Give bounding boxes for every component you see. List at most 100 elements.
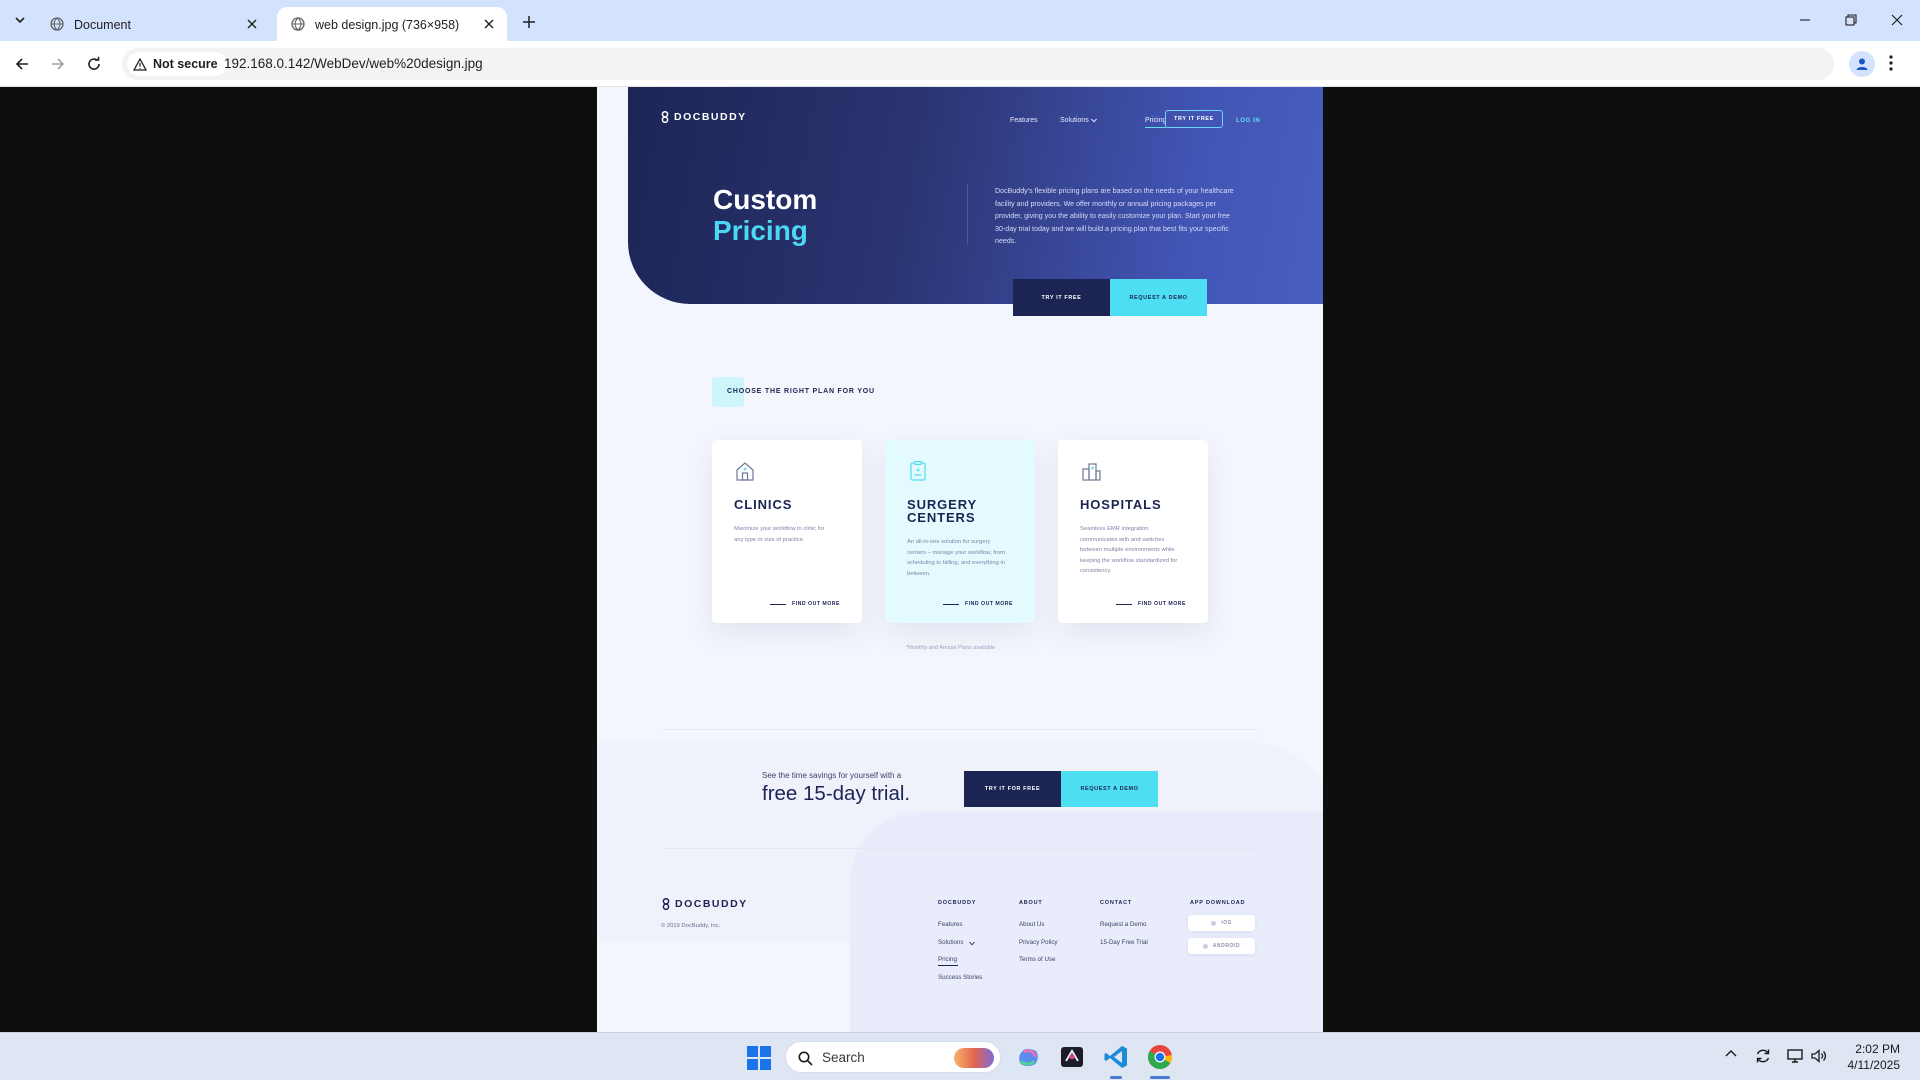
footer-link-about-us[interactable]: About Us — [1019, 921, 1044, 928]
chevron-down-icon — [15, 17, 25, 24]
chrome-icon[interactable] — [1146, 1043, 1174, 1071]
screen: Document web design.jpg (736×958) Not se… — [0, 0, 1920, 1080]
docbuddy-logo-icon — [662, 898, 670, 910]
footer-link-features[interactable]: Features — [938, 921, 962, 928]
card-description: Maximize your workflow in clinic for any… — [734, 526, 825, 543]
volume-icon[interactable] — [1810, 1047, 1828, 1065]
chevron-down-icon — [969, 941, 975, 946]
restore-button[interactable] — [1837, 8, 1865, 32]
copilot-icon[interactable] — [1014, 1043, 1042, 1071]
vscode-active-indicator — [1110, 1076, 1122, 1079]
nav-pricing[interactable]: Pricing — [1145, 117, 1166, 124]
windows-start-icon[interactable] — [746, 1045, 772, 1071]
plus-icon — [523, 16, 535, 28]
footer-link-pricing[interactable]: Pricing — [938, 956, 957, 963]
trial-intro-text: See the time savings for yourself with a — [762, 771, 902, 780]
taskbar-clock[interactable]: 2:02 PM 4/11/2025 — [1840, 1041, 1901, 1073]
trial-try-free-button[interactable]: TRY IT FOR FREE — [964, 771, 1061, 807]
footer-link-terms-of-use[interactable]: Terms of Use — [1019, 956, 1055, 963]
tab-title: Document — [74, 18, 131, 32]
android-icon — [1202, 943, 1208, 949]
git-kraken-icon[interactable] — [1058, 1043, 1086, 1071]
close-tab-icon[interactable] — [244, 16, 260, 32]
nav-try-free-button[interactable]: TRY IT FREE — [1165, 110, 1223, 128]
footer-link-request-demo[interactable]: Request a Demo — [1100, 921, 1146, 928]
profile-avatar[interactable] — [1849, 51, 1875, 77]
nav-solutions[interactable]: Solutions — [1060, 117, 1089, 124]
warning-icon — [133, 57, 147, 71]
search-label: Search — [822, 1050, 865, 1065]
nav-login-link[interactable]: LOG IN — [1236, 118, 1260, 124]
hero-request-demo-button[interactable]: REQUEST A DEMO — [1110, 279, 1207, 316]
plan-card-clinics[interactable]: CLINICS Maximize your workflow in clinic… — [712, 440, 862, 623]
footer-link-free-trial[interactable]: 15-Day Free Trial — [1100, 939, 1148, 946]
apple-icon — [1211, 920, 1217, 926]
close-tab-icon[interactable] — [481, 16, 497, 32]
footer-heading-about: ABOUT — [1019, 900, 1043, 906]
footer-logo: DOCBUDDY — [661, 898, 748, 910]
clock-date: 4/11/2025 — [1847, 1058, 1901, 1072]
url-text[interactable]: 192.168.0.142/WebDev/web%20design.jpg — [224, 56, 483, 71]
clock-time: 2:02 PM — [1855, 1042, 1900, 1056]
address-bar[interactable]: Not secure 192.168.0.142/WebDev/web%20de… — [122, 48, 1834, 80]
vscode-icon[interactable] — [1102, 1043, 1130, 1071]
logo-text: DOCBUDDY — [674, 111, 747, 123]
tab-search-button[interactable] — [9, 9, 31, 31]
hero-divider — [967, 184, 968, 244]
taskbar-search[interactable]: Search — [785, 1041, 1001, 1073]
browser-toolbar: Not secure 192.168.0.142/WebDev/web%20de… — [0, 41, 1920, 87]
android-download-button[interactable]: ANDROID — [1188, 938, 1255, 954]
new-tab-button[interactable] — [518, 11, 540, 33]
divider — [663, 729, 1257, 730]
docbuddy-logo: DOCBUDDY — [660, 111, 747, 123]
copyright-text: © 2019 DocBuddy, Inc. — [661, 923, 721, 929]
find-out-more-link[interactable]: FIND OUT MORE — [965, 601, 1013, 607]
forward-button[interactable] — [46, 52, 70, 76]
hero-try-free-button[interactable]: TRY IT FREE — [1013, 279, 1110, 316]
house-icon — [736, 462, 754, 481]
link-line — [770, 604, 786, 605]
close-window-button[interactable] — [1883, 8, 1911, 32]
arrow-left-icon — [15, 58, 28, 70]
minimize-icon — [1800, 19, 1810, 21]
tab-strip: Document web design.jpg (736×958) — [0, 0, 1920, 41]
plan-card-hospitals[interactable]: HOSPITALS Seamless EMR integration commu… — [1058, 440, 1208, 623]
footer-link-success-stories[interactable]: Success Stories — [938, 974, 982, 981]
taskbar: Search 2:02 PM 4/11/2025 — [0, 1032, 1920, 1080]
footer-link-solutions[interactable]: Solutions — [938, 939, 963, 946]
ios-download-button[interactable]: iOS — [1188, 915, 1255, 931]
sync-icon[interactable] — [1754, 1047, 1772, 1065]
footer-heading-contact: CONTACT — [1100, 900, 1133, 906]
clipboard-icon — [910, 460, 926, 481]
nav-active-underline — [1145, 127, 1166, 128]
footer-link-privacy-policy[interactable]: Privacy Policy — [1019, 939, 1058, 946]
back-button[interactable] — [10, 52, 34, 76]
find-out-more-link[interactable]: FIND OUT MORE — [1138, 601, 1186, 607]
plan-card-surgery-centers[interactable]: SURGERY CENTERS An all-in-one solution f… — [885, 440, 1035, 623]
chevron-up-icon[interactable] — [1724, 1047, 1738, 1061]
tab-web-design[interactable]: web design.jpg (736×958) — [277, 7, 507, 41]
footer-heading-docbuddy: DOCBUDDY — [938, 900, 977, 906]
web-design-image: DOCBUDDY Features Solutions Pricing TRY … — [597, 87, 1323, 1032]
close-icon — [1891, 14, 1903, 26]
tab-document[interactable]: Document — [36, 7, 270, 41]
globe-icon — [291, 17, 305, 31]
link-line — [943, 604, 959, 605]
footer-heading-app-download: APP DOWNLOAD — [1190, 900, 1246, 906]
more-menu-icon[interactable] — [1889, 54, 1893, 72]
reload-button[interactable] — [82, 52, 106, 76]
site-info-chip[interactable]: Not secure — [127, 52, 227, 76]
card-title: CLINICS — [734, 497, 793, 512]
minimize-button[interactable] — [1791, 8, 1819, 32]
nav-features[interactable]: Features — [1010, 117, 1038, 124]
trial-request-demo-button[interactable]: REQUEST A DEMO — [1061, 771, 1158, 807]
search-icon — [798, 1051, 813, 1066]
logo-text: DOCBUDDY — [675, 898, 748, 910]
footer-active-underline — [938, 965, 958, 966]
network-icon[interactable] — [1786, 1047, 1804, 1065]
tab-title: web design.jpg (736×958) — [315, 18, 460, 32]
plans-section-label: CHOOSE THE RIGHT PLAN FOR YOU — [727, 388, 875, 395]
person-icon — [1856, 58, 1868, 70]
plans-footnote: *Monthly and Annual Plans available — [906, 645, 995, 651]
find-out-more-link[interactable]: FIND OUT MORE — [792, 601, 840, 607]
